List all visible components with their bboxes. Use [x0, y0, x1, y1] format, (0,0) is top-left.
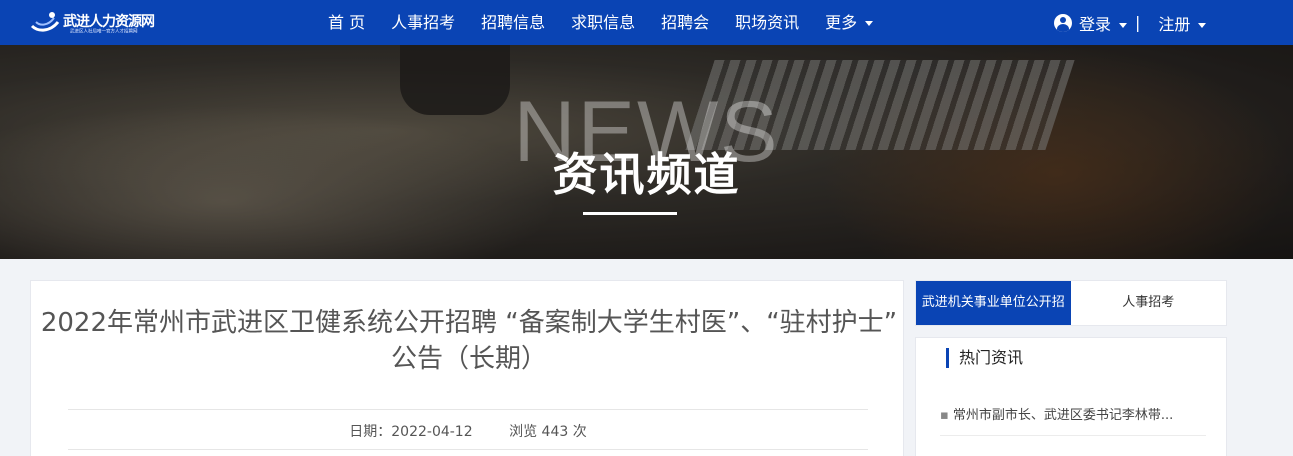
divider: |: [1135, 13, 1141, 32]
banner-title: 资讯频道: [552, 148, 741, 201]
banner-underline: [583, 212, 677, 215]
chevron-down-icon: [1119, 22, 1128, 28]
nav-personnel-exam[interactable]: 人事招考: [378, 0, 468, 45]
hot-news-item-label: 常州市副市长、武进区委书记李林带...: [952, 408, 1174, 423]
article-views: 浏览 443 次: [509, 424, 587, 440]
logo-subtitle: 武进区人社局唯一官方人才招聘网: [70, 28, 138, 35]
hot-news-panel: 热门资讯 ▪ 常州市副市长、武进区委书记李林带...: [915, 337, 1227, 456]
article-date: 日期：2022-04-12: [349, 424, 473, 440]
logo-mark-icon: [30, 12, 60, 32]
user-area: 登录 | 注册: [1054, 0, 1207, 45]
article-divider: [68, 409, 868, 410]
hot-news-title: 热门资讯: [946, 348, 1023, 368]
register-label: 注册: [1158, 14, 1191, 34]
main-nav: 首 页 人事招考 招聘信息 求职信息 招聘会 职场资讯 更多: [322, 0, 886, 45]
article-divider: [68, 449, 868, 450]
site-logo[interactable]: 武进人力资源网 武进区人社局唯一官方人才招聘网: [30, 8, 160, 38]
article-meta: 日期：2022-04-12 浏览 443 次: [31, 421, 905, 441]
tab-public-institution-recruit[interactable]: 武进机关事业单位公开招: [916, 281, 1071, 325]
nav-job-info[interactable]: 招聘信息: [468, 0, 558, 45]
nav-more[interactable]: 更多: [812, 0, 886, 45]
chevron-down-icon: [865, 21, 874, 26]
news-banner: NEWS 资讯频道: [0, 45, 1293, 259]
bullet-icon: ▪: [940, 408, 949, 423]
nav-career-news[interactable]: 职场资讯: [722, 0, 812, 45]
nav-home[interactable]: 首 页: [322, 0, 378, 45]
tab-personnel-exam[interactable]: 人事招考: [1071, 281, 1227, 325]
nav-more-label: 更多: [825, 13, 858, 32]
register-link[interactable]: 注册: [1158, 11, 1207, 35]
login-link[interactable]: 登录: [1079, 11, 1128, 35]
user-icon: [1054, 13, 1072, 32]
top-nav-bar: 武进人力资源网 武进区人社局唯一官方人才招聘网 首 页 人事招考 招聘信息 求职…: [0, 0, 1293, 45]
nav-seeker-info[interactable]: 求职信息: [558, 0, 648, 45]
sidebar-tabs: 武进机关事业单位公开招 人事招考: [915, 280, 1227, 326]
nav-job-fair[interactable]: 招聘会: [648, 0, 722, 45]
hot-news-item[interactable]: ▪ 常州市副市长、武进区委书记李林带...: [940, 404, 1206, 436]
article-title: 2022年常州市武进区卫健系统公开招聘 “备案制大学生村医”、“驻村护士” 公告…: [40, 308, 898, 374]
article-card: 2022年常州市武进区卫健系统公开招聘 “备案制大学生村医”、“驻村护士” 公告…: [30, 280, 904, 456]
login-label: 登录: [1079, 14, 1112, 34]
chevron-down-icon: [1198, 22, 1207, 28]
